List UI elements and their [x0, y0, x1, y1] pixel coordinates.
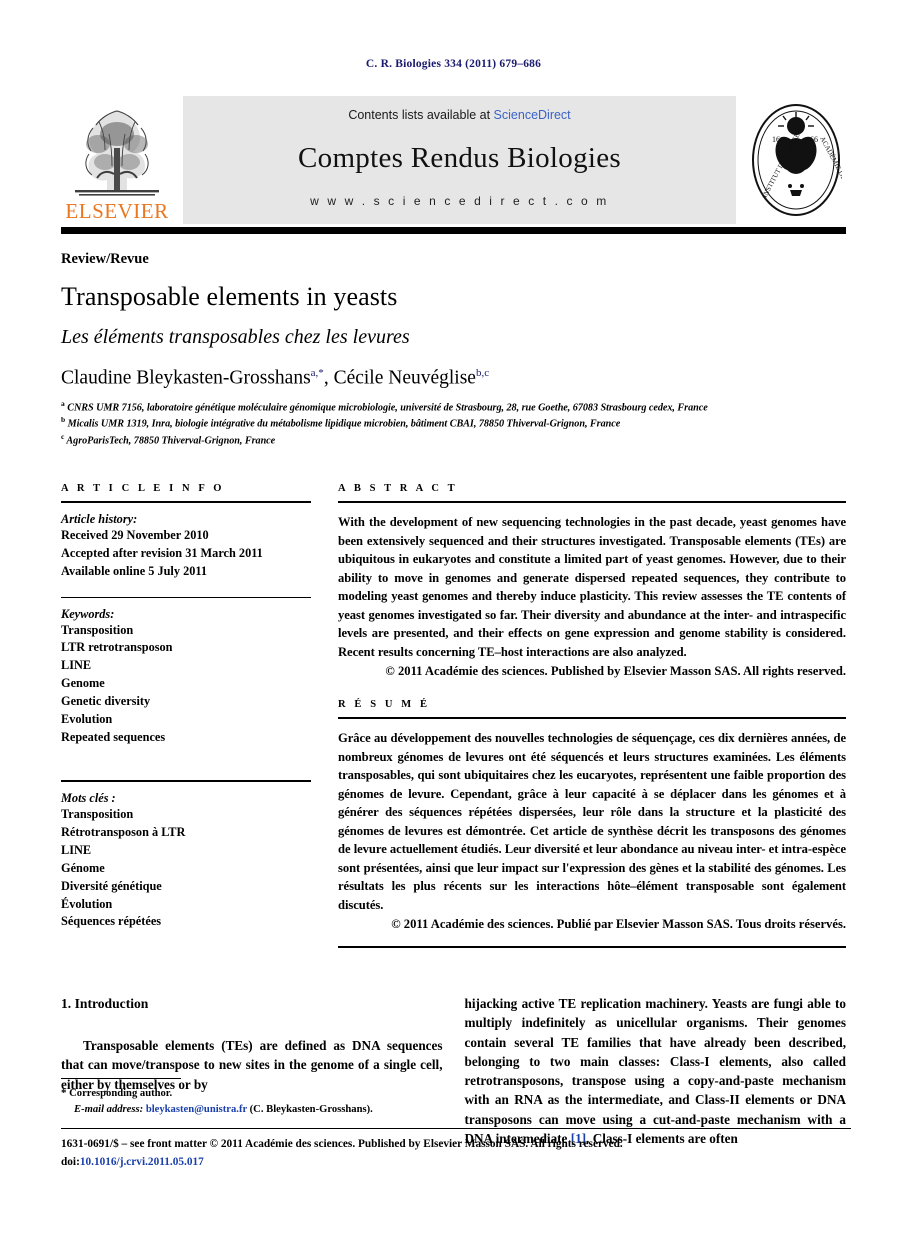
- elsevier-logo: ELSEVIER: [61, 96, 173, 224]
- resume-copyright: © 2011 Académie des sciences. Publié par…: [391, 917, 846, 932]
- corresponding-author-note: * Corresponding author.: [61, 1085, 441, 1102]
- abstract-column: A B S T R A C T With the development of …: [338, 483, 846, 949]
- motcle-item: Diversité génétique: [61, 878, 162, 893]
- page-title: Transposable elements in yeasts: [61, 282, 398, 311]
- journal-article-page: C. R. Biologies 334 (2011) 679–686 ELSEV…: [0, 0, 907, 1238]
- keyword-item: LINE: [61, 658, 92, 673]
- article-history-label: Article history:: [61, 512, 138, 527]
- info-abstract-section: A R T I C L E I N F O Article history: R…: [61, 483, 846, 949]
- motcle-item: Transposition: [61, 807, 134, 822]
- svg-text:66: 66: [810, 135, 818, 144]
- corresponding-author-label: Corresponding author.: [69, 1088, 173, 1099]
- keyword-item: Genetic diversity: [61, 693, 151, 708]
- running-head: C. R. Biologies 334 (2011) 679–686: [365, 58, 542, 70]
- motcle-item: Génome: [61, 860, 105, 875]
- article-history-item: Accepted after revision 31 March 2011: [61, 545, 263, 560]
- contents-prefix: Contents lists available at: [348, 108, 494, 122]
- issn-copyright-line: 1631-0691/$ – see front matter © 2011 Ac…: [61, 1138, 623, 1150]
- page-footer: 1631-0691/$ – see front matter © 2011 Ac…: [61, 1128, 851, 1171]
- journal-masthead: ELSEVIER Contents lists available at Sci…: [61, 96, 846, 224]
- motscles-group: Mots clés : Transposition Rétrotransposo…: [61, 791, 311, 931]
- body-column-left: 1. Introduction Transposable elements (T…: [61, 994, 443, 1148]
- academie-des-sciences-emblem: INSTITUT DE FRANCE ACADÉMIE DES SCIENCES…: [746, 96, 846, 224]
- sciencedirect-url[interactable]: w w w . s c i e n c e d i r e c t . c o …: [310, 194, 609, 208]
- sciencedirect-link[interactable]: ScienceDirect: [494, 108, 571, 122]
- keywords-label: Keywords:: [61, 606, 115, 621]
- affiliation-mark: c: [61, 432, 65, 442]
- author-affiliation-marks[interactable]: b,c: [476, 367, 489, 379]
- abstract-text: With the development of new sequencing t…: [338, 515, 846, 659]
- section-heading-introduction: 1. Introduction: [61, 996, 149, 1012]
- elsevier-tree-icon: [75, 110, 159, 196]
- motcle-item: Séquences répétées: [61, 914, 162, 929]
- svg-text:16: 16: [772, 135, 780, 144]
- contents-available-line: Contents lists available at ScienceDirec…: [348, 108, 570, 122]
- article-title-french: Les éléments transposables chez les levu…: [61, 326, 410, 348]
- motcle-item: Évolution: [61, 896, 113, 911]
- keywords-group: Keywords: Transposition LTR retrotranspo…: [61, 607, 311, 747]
- motscles-label: Mots clés :: [61, 791, 116, 806]
- divider: [338, 946, 846, 949]
- footer-rule: [61, 1128, 851, 1129]
- motcle-item: LINE: [61, 843, 92, 858]
- abstract-heading: A B S T R A C T: [338, 483, 458, 495]
- affiliation-list: a CNRS UMR 7156, laboratoire génétique m…: [61, 399, 846, 450]
- body-column-right: hijacking active TE replication machiner…: [465, 994, 847, 1148]
- affiliation-mark: b: [61, 415, 66, 425]
- article-history-item: Received 29 November 2010: [61, 528, 209, 543]
- keyword-item: Evolution: [61, 711, 113, 726]
- divider: [61, 780, 311, 783]
- doi-label: doi:: [61, 1155, 80, 1168]
- email-link[interactable]: bleykasten@unistra.fr: [146, 1104, 247, 1115]
- affiliation-text: Micalis UMR 1319, Inra, biologie intégra…: [67, 418, 621, 430]
- divider: [61, 501, 311, 504]
- doi-link[interactable]: 10.1016/j.crvi.2011.05.017: [80, 1156, 204, 1168]
- abstract-copyright: © 2011 Académie des sciences. Published …: [385, 664, 846, 679]
- email-owner: (C. Bleykasten-Grosshans).: [249, 1103, 373, 1115]
- doi-line: doi:10.1016/j.crvi.2011.05.017: [61, 1154, 851, 1172]
- author-name: Cécile Neuvéglise: [333, 367, 476, 389]
- affiliation-item: c AgroParisTech, 78850 Thiverval-Grignon…: [61, 432, 846, 449]
- email-note: E-mail address: bleykasten@unistra.fr (C…: [61, 1102, 441, 1118]
- divider: [338, 501, 846, 504]
- divider: [338, 717, 846, 720]
- keyword-item: Genome: [61, 676, 105, 691]
- elsevier-wordmark: ELSEVIER: [65, 199, 169, 223]
- resume-heading: R É S U M É: [338, 699, 431, 711]
- affiliation-item: b Micalis UMR 1319, Inra, biologie intég…: [61, 415, 846, 432]
- divider: [61, 596, 311, 598]
- email-label: E-mail address:: [74, 1103, 144, 1115]
- author-affiliation-marks[interactable]: a,*: [311, 367, 324, 379]
- author-separator: ,: [323, 367, 334, 389]
- affiliation-item: a CNRS UMR 7156, laboratoire génétique m…: [61, 399, 846, 416]
- affiliation-text: AgroParisTech, 78850 Thiverval-Grignon, …: [66, 435, 276, 447]
- article-body: 1. Introduction Transposable elements (T…: [61, 994, 846, 1148]
- article-history-group: Article history: Received 29 November 20…: [61, 512, 311, 580]
- article-history-item: Available online 5 July 2011: [61, 563, 207, 578]
- affiliation-text: CNRS UMR 7156, laboratoire génétique mol…: [67, 401, 708, 413]
- academy-seal-icon: INSTITUT DE FRANCE ACADÉMIE DES SCIENCES…: [752, 104, 842, 216]
- keyword-item: Transposition: [61, 622, 134, 637]
- affiliation-mark: a: [61, 398, 65, 408]
- keyword-item: Repeated sequences: [61, 729, 166, 744]
- resume-text: Grâce au développement des nouvelles tec…: [338, 731, 846, 912]
- corresponding-author-marker: *: [61, 1087, 67, 1099]
- body-paragraph-continued: hijacking active TE replication machiner…: [464, 996, 847, 1146]
- article-kind: Review/Revue: [61, 251, 149, 267]
- footnote-rule: [61, 1078, 181, 1079]
- author-name: Claudine Bleykasten-Grosshans: [61, 367, 311, 389]
- journal-title: Comptes Rendus Biologies: [298, 141, 621, 174]
- masthead-bottom-rule: [61, 227, 846, 234]
- footnote-block: * Corresponding author. E-mail address: …: [61, 1078, 441, 1118]
- journal-band: Contents lists available at ScienceDirec…: [183, 96, 736, 224]
- motcle-item: Rétrotransposon à LTR: [61, 825, 186, 840]
- article-info-column: A R T I C L E I N F O Article history: R…: [61, 483, 311, 948]
- article-info-heading: A R T I C L E I N F O: [61, 483, 225, 495]
- keyword-item: LTR retrotransposon: [61, 640, 173, 655]
- author-list: Claudine Bleykasten-Grosshansa,*, Cécile…: [61, 367, 846, 390]
